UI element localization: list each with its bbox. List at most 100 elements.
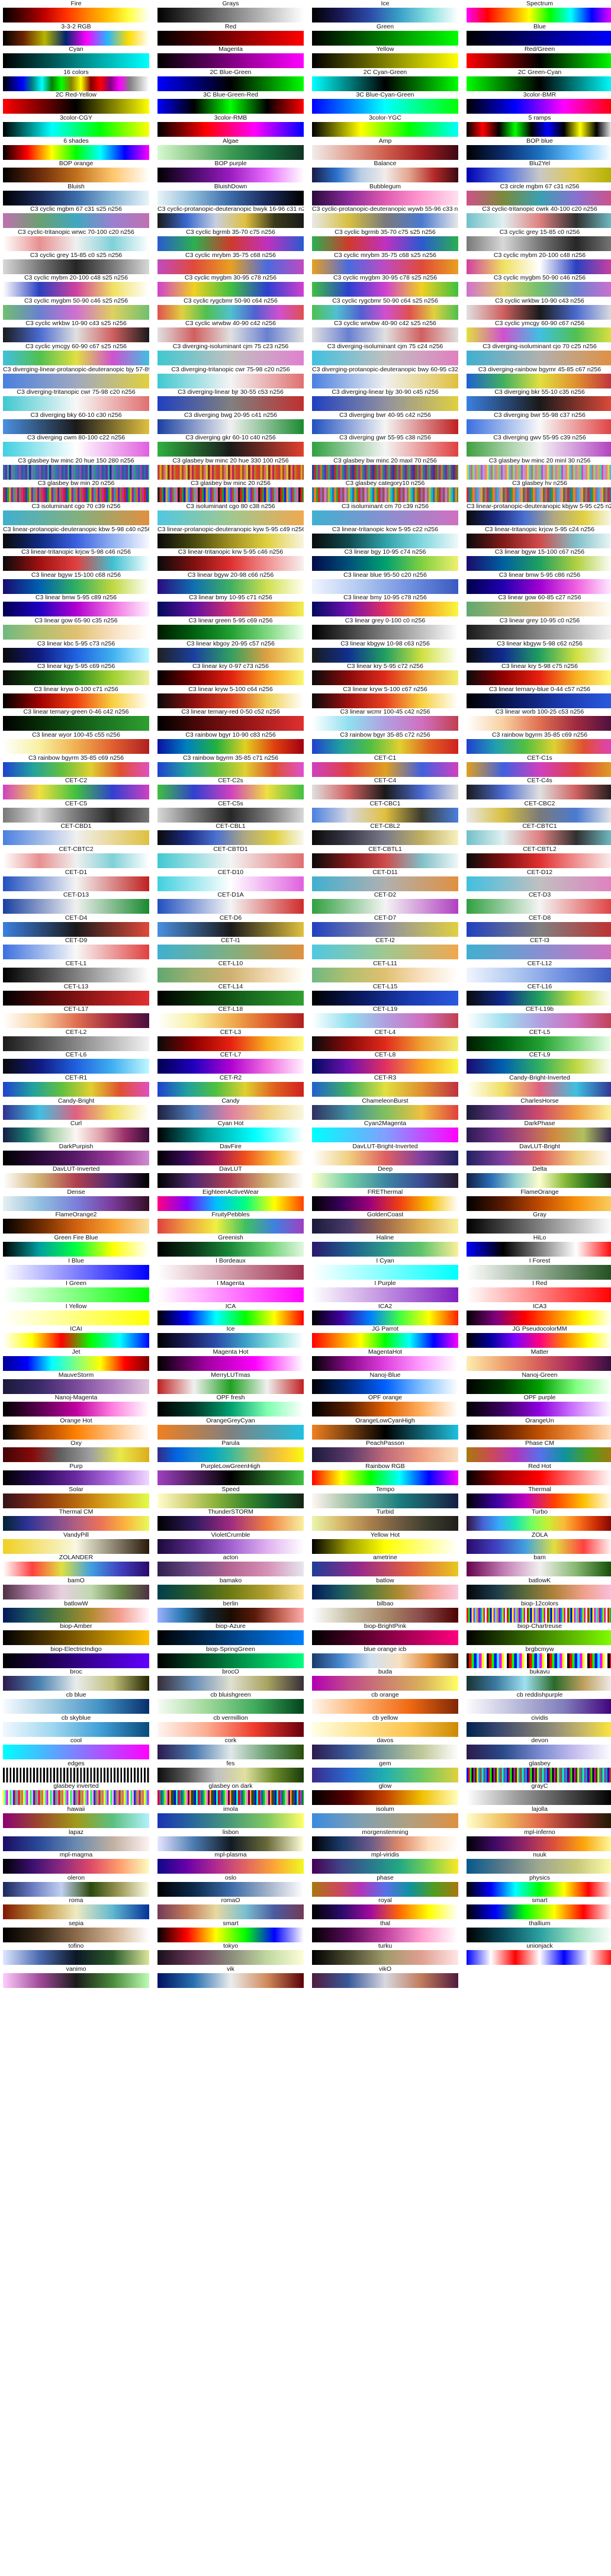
colormap-name: C3 diverging gwr 55-95 c38 n256 <box>339 434 431 442</box>
colormap-swatch <box>157 739 304 754</box>
colormap-entry: CET-CBC1 <box>312 800 458 823</box>
colormap-swatch <box>3 921 149 937</box>
colormap-name: 2C Red-Yellow <box>55 91 97 99</box>
colormap-swatch <box>467 1310 611 1325</box>
colormap-swatch <box>157 419 304 434</box>
colormap-name: DarkPhase <box>524 1120 555 1128</box>
colormap-entry: biop-Chartreuse <box>467 1623 611 1646</box>
colormap-entry: CET-L11 <box>312 960 458 983</box>
colormap-swatch <box>3 1790 149 1806</box>
colormap-swatch <box>3 373 149 388</box>
colormap-name: C3 linear-tritanopic krw 5-95 c46 n256 <box>178 548 284 556</box>
colormap-entry: CET-D4 <box>3 914 149 937</box>
colormap-swatch <box>157 1150 304 1165</box>
colormap-entry: C3 linear bmy 10-95 c78 n256 <box>312 594 458 617</box>
colormap-name: imola <box>223 1805 239 1813</box>
colormap-entry: Oxy <box>3 1440 149 1463</box>
colormap-name: ZOLA <box>531 1531 548 1538</box>
colormap-name: DarkPurpish <box>59 1142 94 1150</box>
colormap-name: I Yellow <box>65 1302 87 1310</box>
colormap-swatch <box>312 1310 458 1325</box>
colormap-name: CharlesHorse <box>520 1097 559 1104</box>
colormap-swatch <box>467 168 611 183</box>
colormap-name: Nanoj-Green <box>522 1371 558 1379</box>
colormap-entry: nuuk <box>467 1851 611 1874</box>
colormap-name: 3color-BMR <box>523 91 557 99</box>
colormap-swatch <box>157 1767 304 1782</box>
colormap-entry: CET-CBTD1 <box>157 846 304 869</box>
colormap-name: Nanoj-Blue <box>369 1371 401 1379</box>
colormap-entry: Candy <box>157 1097 304 1120</box>
colormap-entry: C3 linear wcmr 100-45 c42 n256 <box>312 708 458 731</box>
colormap-swatch <box>467 762 611 777</box>
colormap-swatch <box>3 579 149 594</box>
colormap-name: C3 cyclic rygcbmr 50-90 c64 s25 n256 <box>332 297 438 304</box>
colormap-entry: CET-CBTL2 <box>467 846 611 869</box>
colormap-entry: C3 isoluminant cm 70 c39 n256 <box>312 503 458 526</box>
colormap-entry: CET-CBD1 <box>3 823 149 846</box>
colormap-entry: C3 diverging-rainbow bgymr 45-85 c67 n25… <box>467 366 611 389</box>
colormap-entry: CET-D9 <box>3 937 149 960</box>
colormap-swatch <box>3 304 149 320</box>
colormap-swatch <box>3 899 149 914</box>
colormap-name: Turbid <box>376 1508 394 1516</box>
colormap-entry: I Forest <box>467 1257 611 1280</box>
colormap-swatch <box>3 168 149 183</box>
colormap-entry: C3 cyclic wrkbw 10-90 c43 n256 <box>467 297 611 320</box>
colormap-entry: C3 cyclic-tritanopic wrwc 70-100 c20 n25… <box>3 229 149 252</box>
colormap-entry: cb blue <box>3 1691 149 1714</box>
colormap-name: C3 cyclic mygbm 50-90 c46 n256 <box>493 274 586 282</box>
colormap-entry: romaO <box>157 1897 304 1920</box>
colormap-entry: C3 linear bmw 5-95 c89 n256 <box>3 594 149 617</box>
colormap-swatch <box>467 1470 611 1485</box>
colormap-name: Candy <box>221 1097 240 1104</box>
colormap-name: Red Hot <box>528 1463 551 1470</box>
colormap-swatch <box>312 945 458 960</box>
colormap-name: C3 rainbow bgyrm 35-85 c69 n256 <box>491 731 588 738</box>
colormap-swatch <box>157 533 304 548</box>
colormap-name: BOP orange <box>59 160 94 168</box>
colormap-swatch <box>157 1104 304 1120</box>
colormap-swatch <box>312 670 458 686</box>
colormap-name: C3 diverging-protanopic-deuteranopic bwy… <box>312 365 458 373</box>
colormap-entry: C3 cyclic mygbm 30-95 c78 s25 n256 <box>312 274 458 297</box>
colormap-name: cb vermillion <box>213 1714 248 1721</box>
colormap-swatch <box>467 602 611 617</box>
colormap-swatch <box>467 1836 611 1851</box>
colormap-swatch <box>3 442 149 457</box>
colormap-entry: unionjack <box>467 1942 611 1965</box>
colormap-entry: batlowW <box>3 1600 149 1623</box>
colormap-entry: DarkPurpish <box>3 1143 149 1166</box>
colormap-swatch <box>3 1881 149 1897</box>
colormap-name: I Magenta <box>217 1280 245 1287</box>
colormap-entry: CET-L19 <box>312 1006 458 1029</box>
colormap-name: C3 diverging-isoluminant cjm 75 c23 n256 <box>172 342 289 350</box>
colormap-name: cb reddishpurple <box>516 1691 563 1698</box>
colormap-name: 3-3-2 RGB <box>61 23 91 30</box>
colormap-swatch <box>3 1973 149 1989</box>
colormap-entry: cividis <box>467 1714 611 1737</box>
colormap-entry: C3 cyclic mygbm 30-95 c78 n256 <box>157 274 304 297</box>
colormap-swatch <box>157 121 304 137</box>
colormap-swatch <box>157 1219 304 1234</box>
colormap-name: C3 linear worb 100-25 c53 n256 <box>495 708 584 716</box>
colormap-swatch <box>312 76 458 91</box>
colormap-swatch <box>3 1721 149 1737</box>
colormap-name: GoldenCoast <box>366 1211 404 1219</box>
colormap-swatch <box>312 396 458 412</box>
colormap-name: mpl-plasma <box>214 1851 247 1859</box>
colormap-entry: tokyo <box>157 1942 304 1965</box>
colormap-swatch <box>3 1470 149 1485</box>
colormap-swatch <box>467 739 611 754</box>
colormap-name: C3 isoluminant cgo 70 c39 n256 <box>31 503 121 510</box>
colormap-swatch <box>312 510 458 526</box>
colormap-entry: C3 diverging bkr 55-10 c35 n256 <box>467 388 611 412</box>
colormap-name: C3 diverging gkr 60-10 c40 n256 <box>185 434 276 442</box>
colormap-name: FlameOrange <box>520 1188 559 1196</box>
colormap-entry: berlin <box>157 1600 304 1623</box>
colormap-entry: C3 linear kbgyw 5-98 c62 n256 <box>467 640 611 663</box>
colormap-swatch <box>467 921 611 937</box>
colormap-entry: CET-CBTC2 <box>3 846 149 869</box>
colormap-swatch <box>467 487 611 503</box>
colormap-entry: CET-D12 <box>467 869 611 892</box>
